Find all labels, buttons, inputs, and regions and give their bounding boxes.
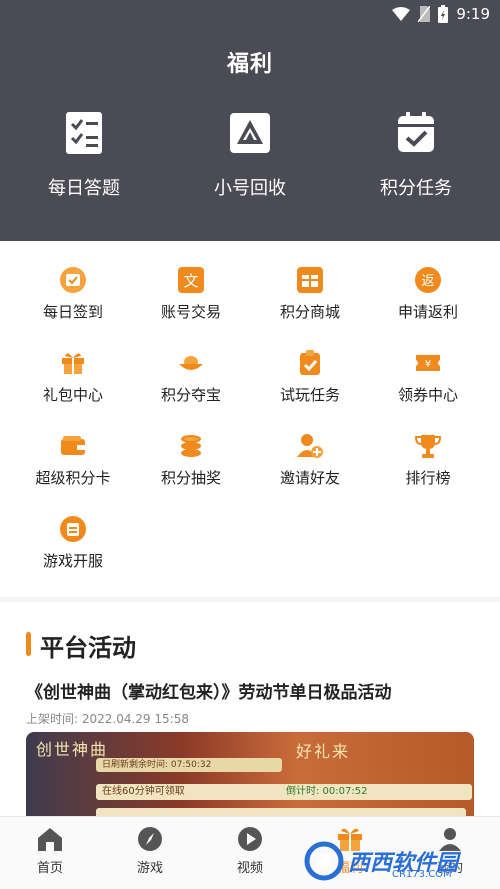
top-feature-label: 小号回收 <box>214 178 286 199</box>
section-title: 平台活动 <box>40 634 136 662</box>
grid-item-label: 邀请好友 <box>279 469 340 487</box>
bottom-tab-bar: 首页 游戏 视频 福利 我的 西西软件园 CR173.COM <box>0 816 500 889</box>
top-feature-label: 每日答题 <box>48 178 120 199</box>
grid-item-label: 积分抽奖 <box>160 469 221 487</box>
activity-headline[interactable]: 《创世神曲（掌动红包来）》劳动节单日极品活动 <box>26 678 392 703</box>
grid-item-label: 礼包中心 <box>42 386 103 404</box>
top-feature-points-task[interactable]: 积分任务 <box>336 110 496 200</box>
grid-item-invite-friends[interactable]: 邀请好友 <box>250 433 370 488</box>
play-icon <box>238 827 262 851</box>
top-feature-account-recycle[interactable]: 小号回收 <box>170 110 330 200</box>
grid-item-label: 领券中心 <box>397 386 458 404</box>
section-accent-bar <box>26 632 31 656</box>
grid-item-trial-task[interactable]: 试玩任务 <box>250 350 370 405</box>
grid-item-points-lottery[interactable]: 积分抽奖 <box>131 433 251 488</box>
checklist-icon <box>66 112 102 154</box>
clipboard-check-icon <box>300 350 320 375</box>
battery-icon <box>438 5 449 23</box>
calendar-sign-icon <box>60 267 86 293</box>
svg-text:返: 返 <box>421 274 434 289</box>
grid-item-coupon-center[interactable]: ¥ 领券中心 <box>368 350 488 405</box>
activity-banner[interactable]: 创世神曲 好礼来 日刷新剩余时间: 07:50:32 在线60分钟可领取 倒计时… <box>26 732 474 816</box>
banner-title-left: 创世神曲 <box>36 740 109 759</box>
grid-item-label: 游戏开服 <box>42 552 103 570</box>
tab-label: 游戏 <box>136 861 163 876</box>
grid-item-points-shop[interactable]: 积分商城 <box>250 267 370 322</box>
server-icon <box>60 516 86 542</box>
feature-grid: 每日签到 文 账号交易 积分商城 返 申请返利 礼包中心 积分夺宝 试玩任务 ¥… <box>0 241 500 597</box>
svg-text:¥: ¥ <box>425 359 431 370</box>
grid-item-label: 排行榜 <box>405 469 451 487</box>
grid-item-account-trade[interactable]: 文 账号交易 <box>131 267 251 322</box>
platform-activity-section: 平台活动 《创世神曲（掌动红包来）》劳动节单日极品活动 上架时间: 2022.0… <box>0 602 500 816</box>
watermark: 西西软件园 CR173.COM <box>304 839 484 883</box>
activity-time: 上架时间: 2022.04.29 15:58 <box>26 712 189 726</box>
add-user-icon <box>297 434 323 458</box>
grid-item-daily-sign[interactable]: 每日签到 <box>13 267 133 322</box>
wallet-icon <box>61 436 85 455</box>
tab-label: 视频 <box>236 861 263 876</box>
top-feature-daily-quiz[interactable]: 每日答题 <box>4 110 164 200</box>
grid-item-gift-center[interactable]: 礼包中心 <box>13 350 133 405</box>
coins-icon <box>181 435 201 457</box>
banner-title-right: 好礼来 <box>296 742 351 761</box>
grid-item-leaderboard[interactable]: 排行榜 <box>368 433 488 488</box>
rebate-icon: 返 <box>415 267 441 293</box>
treasure-icon <box>179 356 203 370</box>
grid-item-game-server-open[interactable]: 游戏开服 <box>13 516 133 571</box>
grid-item-label: 积分夺宝 <box>160 386 221 404</box>
trade-icon: 文 <box>178 267 204 293</box>
grid-item-label: 申请返利 <box>397 303 458 321</box>
status-time: 9:19 <box>456 5 490 23</box>
calendar-check-icon <box>398 112 434 152</box>
header: 9:19 福利 每日答题 小号回收 积分任务 <box>0 0 500 241</box>
grid-item-label: 账号交易 <box>160 303 221 321</box>
grid-item-label: 试玩任务 <box>279 386 340 404</box>
gift-icon <box>62 353 84 374</box>
coupon-icon: ¥ <box>416 355 440 371</box>
grid-item-points-treasure[interactable]: 积分夺宝 <box>131 350 251 405</box>
grid-item-label: 超级积分卡 <box>35 469 111 487</box>
tab-home[interactable]: 首页 <box>10 825 90 876</box>
watermark-sub: CR173.COM <box>392 869 452 880</box>
tab-games[interactable]: 游戏 <box>110 825 190 876</box>
watermark-logo-icon <box>304 841 344 881</box>
banner-row1: 日刷新剩余时间: 07:50:32 <box>96 758 282 772</box>
trophy-icon <box>415 435 441 458</box>
banner-row3 <box>96 808 466 816</box>
wifi-icon <box>392 7 411 21</box>
no-sim-icon <box>418 6 431 22</box>
tab-videos[interactable]: 视频 <box>210 825 290 876</box>
shop-icon <box>297 267 323 293</box>
svg-text:文: 文 <box>183 272 198 290</box>
compass-icon <box>138 827 162 851</box>
recycle-icon <box>230 113 270 153</box>
page-title: 福利 <box>226 52 273 77</box>
grid-item-label: 每日签到 <box>42 303 103 321</box>
banner-row2-right: 倒计时: 00:07:52 <box>286 786 368 797</box>
tab-label: 首页 <box>36 861 63 876</box>
grid-item-label: 积分商城 <box>279 303 340 321</box>
grid-item-apply-rebate[interactable]: 返 申请返利 <box>368 267 488 322</box>
status-bar: 9:19 <box>392 4 490 24</box>
top-feature-label: 积分任务 <box>380 178 452 199</box>
home-icon <box>38 828 62 851</box>
grid-item-super-points-card[interactable]: 超级积分卡 <box>13 433 133 488</box>
